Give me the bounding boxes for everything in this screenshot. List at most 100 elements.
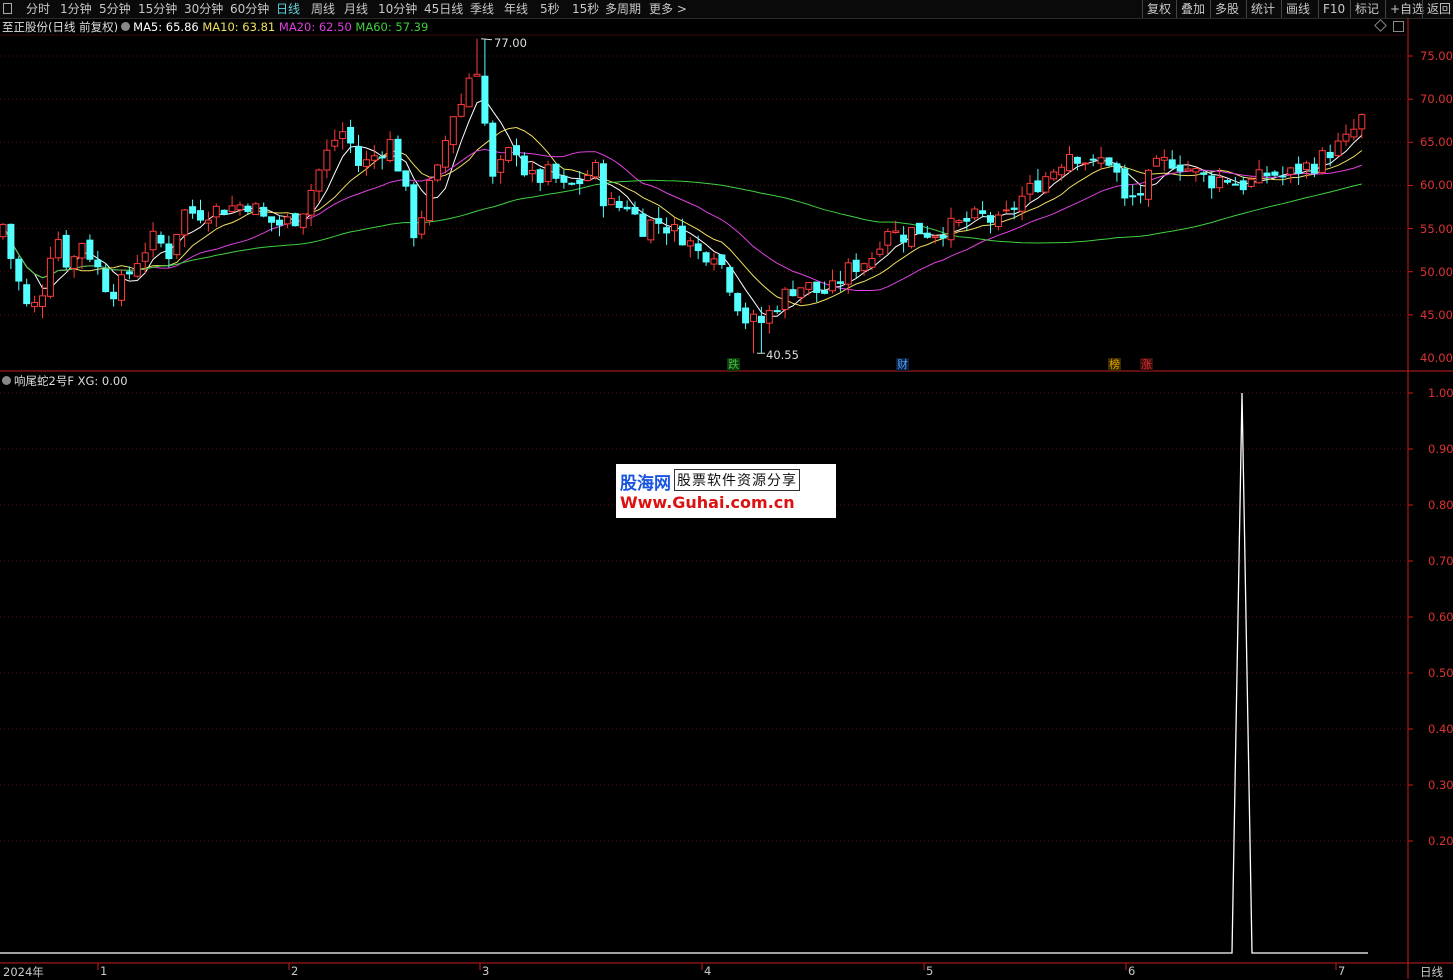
- price-tick-60: 60.00: [1420, 178, 1453, 192]
- candle-body: [426, 180, 434, 222]
- date-label-jan: 1: [100, 964, 108, 978]
- candle-body: [1073, 156, 1081, 164]
- candle-body: [497, 159, 505, 173]
- candle-body: [1042, 176, 1050, 193]
- candle-body: [1271, 171, 1279, 176]
- candle-body: [599, 163, 607, 207]
- candle-body: [315, 169, 323, 192]
- period-indicator-label[interactable]: 日线: [1420, 964, 1443, 980]
- event-tag-finance[interactable]: 财: [896, 358, 909, 371]
- candle-body: [1184, 168, 1192, 172]
- candle-body: [125, 271, 133, 275]
- candle-body: [1200, 172, 1208, 175]
- candle-body: [765, 310, 773, 324]
- ind-tick-0.30: 0.30: [1428, 778, 1453, 792]
- candle-body: [868, 257, 876, 268]
- price-tick-50: 50.00: [1420, 265, 1453, 279]
- candle-body: [773, 310, 781, 313]
- candle-body: [402, 170, 410, 187]
- candle-body: [260, 206, 268, 217]
- candle-body: [931, 235, 939, 239]
- candle-body: [102, 268, 110, 293]
- candle-body: [813, 281, 821, 293]
- candle-body: [276, 219, 283, 226]
- candle-body: [876, 248, 884, 255]
- candle-body: [1279, 175, 1287, 178]
- date-label-feb: 2: [291, 964, 299, 978]
- candle-body: [62, 234, 70, 268]
- candle-body: [647, 219, 655, 241]
- candle-body: [963, 217, 971, 222]
- candle-body: [54, 239, 62, 259]
- candle-body: [805, 282, 813, 290]
- candle-body: [1145, 169, 1152, 200]
- candle-body: [623, 206, 631, 210]
- candle-body: [78, 242, 86, 259]
- high-price-label: 77.00: [494, 36, 527, 50]
- candle-body: [347, 126, 355, 144]
- watermark-logo: 股海网: [620, 474, 671, 494]
- candle-body: [734, 293, 742, 312]
- candle-body: [173, 233, 181, 256]
- candle-body: [1216, 176, 1224, 189]
- candle-body: [307, 189, 315, 216]
- price-tick-45: 45.00: [1420, 308, 1453, 322]
- candle-body: [394, 138, 402, 172]
- candle-body: [979, 210, 987, 214]
- event-tag-fall[interactable]: 跌: [727, 358, 740, 371]
- candle-body: [1342, 133, 1350, 142]
- candle-body: [639, 213, 647, 237]
- candle-body: [441, 140, 449, 168]
- candle-body: [955, 220, 963, 224]
- candle-body: [694, 243, 702, 252]
- candle-body: [378, 156, 386, 159]
- candle-body: [615, 200, 623, 208]
- price-tick-70: 70.00: [1420, 92, 1453, 106]
- candle-body: [1334, 140, 1342, 157]
- candle-body: [1318, 150, 1326, 173]
- candle-body: [528, 169, 536, 175]
- candle-body: [410, 184, 418, 239]
- candle-body: [1263, 172, 1271, 177]
- event-tag-list[interactable]: 榜: [1108, 358, 1121, 371]
- candle-body: [631, 206, 639, 215]
- candle-body: [181, 209, 189, 236]
- candle-body: [204, 219, 212, 224]
- candle-body: [244, 205, 252, 212]
- candle-body: [1129, 195, 1137, 198]
- ind-tick-0.80: 0.80: [1428, 498, 1453, 512]
- candle-body: [465, 77, 473, 108]
- candle-body: [1113, 163, 1121, 173]
- event-tag-rise[interactable]: 涨: [1140, 358, 1153, 371]
- price-tick-75: 75.00: [1420, 49, 1453, 63]
- candle-body: [118, 274, 125, 301]
- candle-body: [46, 257, 54, 297]
- candle-body: [1160, 156, 1168, 161]
- candle-body: [0, 223, 7, 238]
- candle-body: [228, 205, 236, 212]
- ind-tick-0.70: 0.70: [1428, 554, 1453, 568]
- candle-body: [165, 243, 173, 260]
- candle-body: [607, 198, 615, 206]
- date-label-jul: 7: [1338, 964, 1346, 978]
- candle-body: [1247, 178, 1255, 187]
- candle-body: [757, 315, 765, 324]
- candle-body: [489, 122, 497, 177]
- candle-body: [1168, 159, 1176, 169]
- candle-body: [1303, 162, 1310, 171]
- candle-body: [355, 146, 362, 166]
- candle-body: [1010, 207, 1018, 210]
- candle-body: [1026, 182, 1034, 195]
- candle-body: [1287, 167, 1295, 175]
- candle-body: [1192, 168, 1200, 173]
- candle-body: [892, 230, 900, 233]
- ind-tick-0.60: 0.60: [1428, 610, 1453, 624]
- candle-body: [1034, 180, 1042, 193]
- candle-body: [726, 267, 734, 293]
- candle-body: [544, 164, 552, 182]
- candle-body: [157, 234, 165, 244]
- candle-body: [31, 302, 39, 308]
- candle-body: [252, 203, 260, 216]
- date-label-may: 5: [926, 964, 934, 978]
- candle-body: [971, 208, 979, 219]
